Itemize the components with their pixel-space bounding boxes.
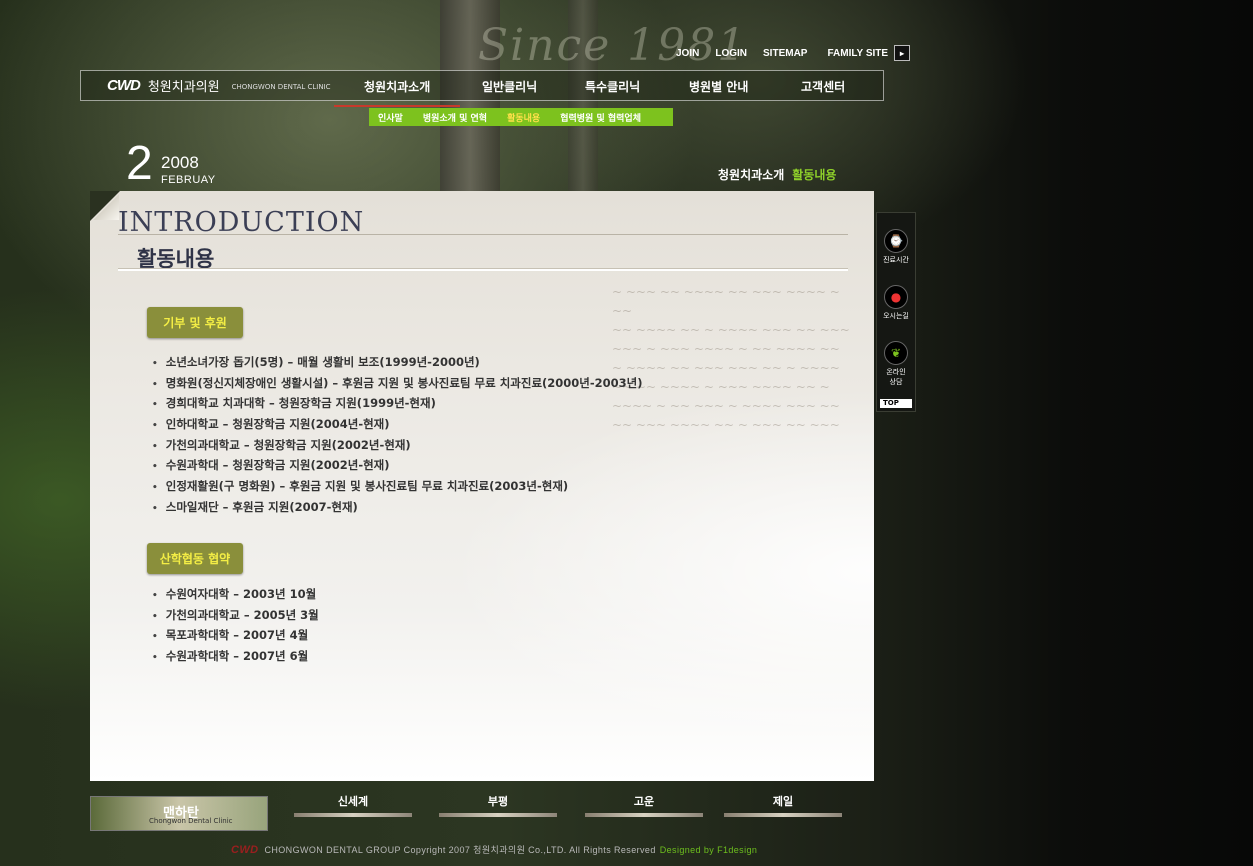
list-item: 스마일재단 – 후원금 지원(2007-현재): [152, 497, 643, 518]
quick-consult-label-1: 온라인: [886, 368, 906, 376]
list-item: 인정재활원(구 명화원) – 후원금 지원 및 봉사진료팀 무료 치과진료(20…: [152, 476, 643, 497]
section-tag-industry-academic: 산학협동 협약: [147, 543, 243, 574]
branch-jeil[interactable]: 제일: [724, 793, 842, 817]
footer-copyright: CHONGWON DENTAL GROUP Copyright 2007 청원치…: [264, 845, 656, 855]
logo-name-ko: 청원치과의원: [147, 80, 220, 95]
date-month: FEBRUAY: [161, 174, 216, 186]
list-item: 수원과학대 – 청원장학금 지원(2002년-현재): [152, 455, 643, 476]
nav-item-branches[interactable]: 병원별 안내: [689, 78, 748, 95]
quick-consult[interactable]: ❦ 온라인 상담: [877, 341, 915, 387]
divider: [118, 268, 848, 271]
divider: [118, 234, 848, 235]
watch-icon: ⌚: [884, 229, 908, 253]
branch-label: 신세계: [337, 795, 369, 808]
list-item: 목포과학대학 – 2007년 4월: [152, 625, 319, 646]
branch-label: 부평: [487, 795, 509, 808]
branch-image: [585, 813, 703, 817]
nav-item-about[interactable]: 청원치과소개: [333, 78, 461, 107]
donations-list: 소년소녀가장 돕기(5명) – 매월 생활비 보조(1999년-2000년) 명…: [152, 352, 643, 518]
nav-item-special-clinic[interactable]: 특수클리닉: [585, 78, 640, 95]
logo-name-en: CHONGWON DENTAL CLINIC: [231, 83, 331, 91]
list-item: 명화원(정신지체장애인 생활시설) – 후원금 지원 및 봉사진료팀 무료 치과…: [152, 373, 643, 394]
branch-label: 제일: [772, 795, 794, 808]
nav-item-general-clinic[interactable]: 일반클리닉: [482, 78, 537, 95]
join-link[interactable]: JOIN: [676, 48, 699, 59]
list-item: 경희대학교 치과대학 – 청원장학금 지원(1999년-현재): [152, 393, 643, 414]
logo-mark: CWD: [107, 77, 141, 94]
branch-manhattan-sub: Chongwon Dental Clinic: [149, 817, 233, 825]
family-site-arrow-icon[interactable]: ▸: [894, 45, 911, 61]
list-item: 가천의과대학교 – 청원장학금 지원(2002년-현재): [152, 435, 643, 456]
list-item: 가천의과대학교 – 2005년 3월: [152, 605, 319, 626]
footer: CWD CHONGWON DENTAL GROUP Copyright 2007 …: [231, 843, 757, 856]
traffic-light-icon: ●: [884, 285, 908, 309]
clinic-logo[interactable]: CWD 청원치과의원 CHONGWON DENTAL CLINIC: [107, 76, 331, 95]
sitemap-link[interactable]: SITEMAP: [763, 48, 807, 59]
date-day: 2: [126, 137, 153, 190]
footer-designer[interactable]: Designed by F1design: [660, 845, 758, 855]
quick-consult-label-2: 상담: [889, 378, 903, 386]
branch-image: [724, 813, 842, 817]
footer-logo: CWD: [231, 844, 259, 856]
quick-hours-label: 진료시간: [883, 256, 909, 264]
branch-goun[interactable]: 고운: [585, 793, 703, 817]
list-item: 수원여자대학 – 2003년 10월: [152, 584, 319, 605]
submenu-history[interactable]: 병원소개 및 연혁: [423, 111, 487, 124]
list-item: 소년소녀가장 돕기(5명) – 매월 생활비 보조(1999년-2000년): [152, 352, 643, 373]
agreements-list: 수원여자대학 – 2003년 10월 가천의과대학교 – 2005년 3월 목포…: [152, 584, 319, 667]
sub-navigation: 인사말 병원소개 및 연혁 활동내용 협력병원 및 협력업체: [369, 108, 673, 126]
branch-manhattan[interactable]: 맨하탄 Chongwon Dental Clinic: [90, 796, 268, 831]
branch-label: 고운: [633, 795, 655, 808]
date-year: 2008: [161, 153, 199, 172]
submenu-activities[interactable]: 활동내용: [507, 111, 540, 124]
branch-image: [439, 813, 557, 817]
branch-image: [294, 813, 412, 817]
handwriting-decoration: ~ ~~~ ~~ ~~~~ ~~ ~~~ ~~~~ ~ ~~ ~~ ~~~~ ~~…: [612, 285, 850, 432]
main-navigation: CWD 청원치과의원 CHONGWON DENTAL CLINIC 청원치과소개…: [80, 70, 884, 107]
submenu-partners[interactable]: 협력병원 및 협력업체: [560, 111, 641, 124]
list-item: 인하대학교 – 청원장학금 지원(2004년-현재): [152, 414, 643, 435]
branch-bupyeong[interactable]: 부평: [439, 793, 557, 817]
section-tag-donations: 기부 및 후원: [147, 307, 243, 338]
branch-shinsegae[interactable]: 신세계: [294, 793, 412, 817]
top-links: JOIN LOGIN SITEMAP FAMILY SITE ▸: [676, 45, 911, 61]
page-curl: [93, 194, 119, 220]
family-site-label: FAMILY SITE: [827, 47, 889, 59]
list-item: 수원과학대학 – 2007년 6월: [152, 646, 319, 667]
breadcrumb-section[interactable]: 청원치과소개: [718, 168, 784, 182]
leaf-icon: ❦: [884, 341, 908, 365]
quick-directions[interactable]: ● 오시는길: [877, 285, 915, 321]
login-link[interactable]: LOGIN: [715, 48, 747, 59]
nav-item-customer-center[interactable]: 고객센터: [801, 78, 845, 95]
breadcrumb: 청원치과소개 활동내용: [718, 166, 836, 183]
family-site-select[interactable]: FAMILY SITE ▸: [827, 45, 911, 61]
quick-hours[interactable]: ⌚ 진료시간: [877, 229, 915, 265]
quick-menu: ⌚ 진료시간 ● 오시는길 ❦ 온라인 상담 TOP: [876, 212, 916, 412]
breadcrumb-current: 활동내용: [792, 168, 837, 182]
top-button[interactable]: TOP: [880, 399, 912, 408]
quick-directions-label: 오시는길: [883, 312, 909, 320]
submenu-greeting[interactable]: 인사말: [378, 111, 403, 124]
